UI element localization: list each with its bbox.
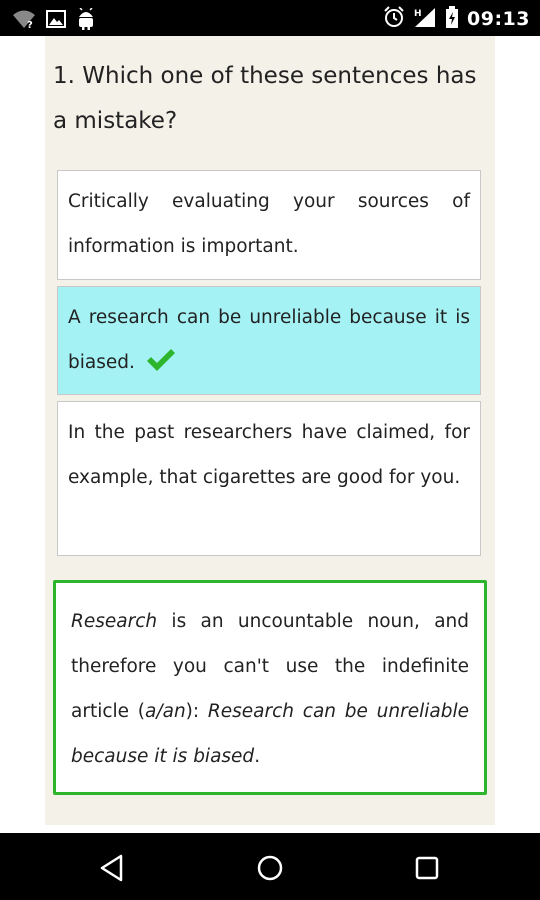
answer-option-3[interactable]: In the past researchers have claimed, fo… — [57, 401, 481, 556]
answer-option-label: Critically evaluating your sources of in… — [68, 191, 470, 257]
home-icon[interactable] — [253, 851, 287, 885]
feedback-article: a/an — [145, 701, 186, 722]
wifi-question-icon: ? — [12, 9, 36, 33]
feedback-text: ): — [185, 701, 208, 722]
answer-option-label: In the past researchers have claimed, fo… — [68, 422, 470, 488]
answer-option-2[interactable]: A research can be unreliable because it … — [57, 286, 481, 395]
clock: 09:13 — [467, 8, 530, 30]
quiz-content: 1. Which one of these sentences has a mi… — [45, 36, 495, 825]
navigation-bar — [0, 833, 540, 900]
signal-h-icon: H — [413, 6, 437, 32]
status-bar: ? H 09:13 — [0, 0, 540, 36]
answer-option-label: A research can be unreliable because it … — [68, 307, 470, 373]
android-icon — [76, 7, 96, 34]
feedback-box: Research is an uncountable noun, and the… — [53, 580, 487, 795]
alarm-icon — [383, 6, 405, 32]
svg-text:H: H — [414, 9, 422, 19]
back-icon[interactable] — [96, 851, 130, 885]
answer-option-1[interactable]: Critically evaluating your sources of in… — [57, 170, 481, 280]
battery-charging-icon — [445, 6, 459, 32]
image-icon — [46, 9, 66, 33]
recents-icon[interactable] — [410, 851, 444, 885]
svg-text:?: ? — [27, 20, 33, 29]
feedback-text: . — [254, 746, 261, 767]
checkmark-icon — [145, 344, 177, 389]
feedback-term: Research — [71, 611, 158, 632]
question-text: 1. Which one of these sentences has a mi… — [53, 63, 477, 134]
